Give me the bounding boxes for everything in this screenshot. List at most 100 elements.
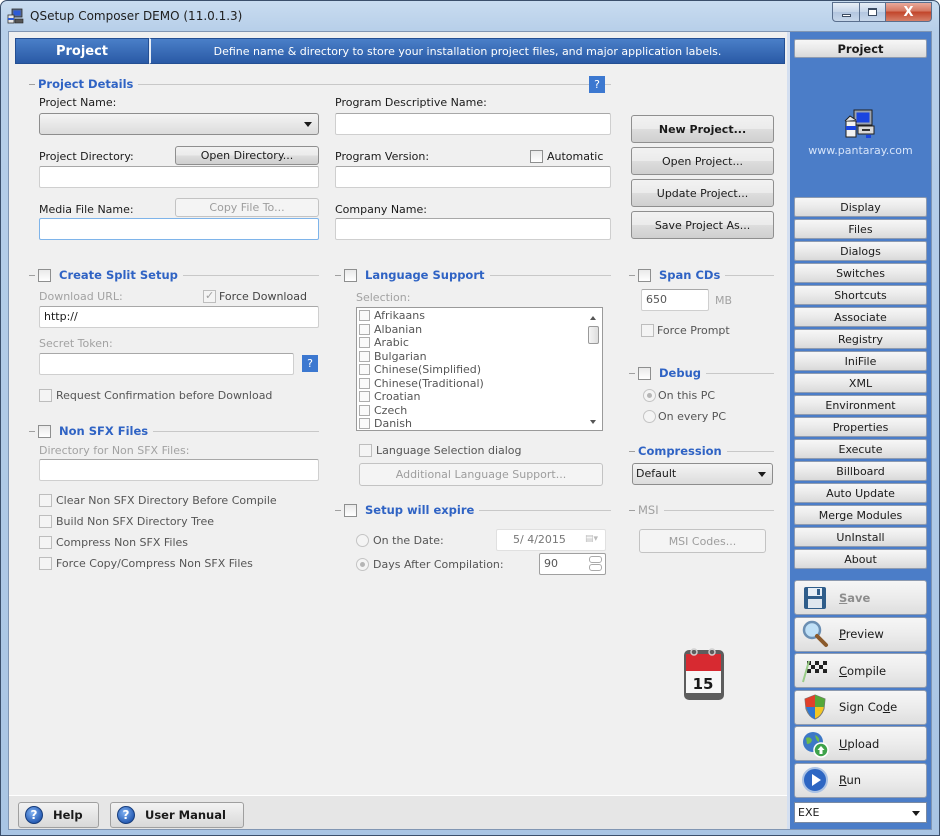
sidebar-item-merge-modules[interactable]: Merge Modules bbox=[794, 505, 927, 525]
sidebar-item-shortcuts[interactable]: Shortcuts bbox=[794, 285, 927, 305]
save-button[interactable]: Save bbox=[794, 580, 927, 615]
secret-token-help-button[interactable]: ? bbox=[302, 355, 318, 372]
sidebar-item-registry[interactable]: Registry bbox=[794, 329, 927, 349]
request-confirmation-checkbox[interactable] bbox=[39, 388, 52, 402]
compile-button[interactable]: Compile bbox=[794, 653, 927, 688]
split-setup-checkbox[interactable] bbox=[38, 268, 51, 282]
language-item[interactable]: Afrikaans bbox=[357, 309, 602, 323]
sign-code-button[interactable]: Sign Code bbox=[794, 689, 927, 725]
span-cds-group: Span CDs bbox=[629, 268, 774, 282]
language-item[interactable]: Chinese(Simplified) bbox=[357, 363, 602, 377]
debug-checkbox[interactable] bbox=[638, 366, 651, 380]
spin-down-button[interactable] bbox=[589, 564, 602, 571]
span-size-input[interactable]: 650 bbox=[641, 289, 709, 311]
preview-button[interactable]: Preview bbox=[794, 616, 927, 652]
project-name-combobox[interactable] bbox=[39, 113, 319, 135]
sidebar-item-files[interactable]: Files bbox=[794, 219, 927, 239]
on-date-radio[interactable] bbox=[356, 533, 369, 547]
language-item[interactable]: Czech bbox=[357, 404, 602, 418]
spin-up-button[interactable] bbox=[589, 556, 602, 563]
setup-expire-checkbox[interactable] bbox=[344, 503, 357, 517]
language-item[interactable]: Chinese(Traditional) bbox=[357, 377, 602, 391]
project-name-label: Project Name: bbox=[39, 96, 117, 109]
open-project-button[interactable]: Open Project... bbox=[631, 147, 774, 175]
sidebar-item-execute[interactable]: Execute bbox=[794, 439, 927, 459]
help-button[interactable]: ? Help bbox=[18, 802, 99, 828]
sidebar-item-dialogs[interactable]: Dialogs bbox=[794, 241, 927, 261]
play-icon bbox=[801, 766, 829, 794]
language-scrollbar[interactable] bbox=[586, 308, 602, 430]
language-support-checkbox[interactable] bbox=[344, 268, 357, 282]
action-label: Compile bbox=[839, 663, 887, 678]
open-directory-button[interactable]: Open Directory... bbox=[175, 146, 319, 165]
language-item[interactable]: Danish bbox=[357, 417, 602, 431]
force-download-checkbox[interactable] bbox=[203, 289, 216, 303]
user-manual-button[interactable]: ? User Manual bbox=[110, 802, 244, 828]
automatic-checkbox[interactable] bbox=[530, 149, 543, 163]
sidebar-item-auto-update[interactable]: Auto Update bbox=[794, 483, 927, 503]
calendar-dropdown-icon[interactable]: ▤▾ bbox=[585, 534, 599, 546]
non-sfx-option[interactable]: Force Copy/Compress Non SFX Files bbox=[39, 553, 277, 574]
output-type-select[interactable]: EXE bbox=[794, 802, 927, 823]
language-selection-dialog-label: Language Selection dialog bbox=[376, 444, 522, 457]
sidebar-item-project[interactable]: Project bbox=[794, 39, 927, 58]
save-project-as-button[interactable]: Save Project As... bbox=[631, 211, 774, 239]
language-item[interactable]: Croatian bbox=[357, 390, 602, 404]
run-button[interactable]: Run bbox=[794, 762, 927, 798]
secret-token-input[interactable] bbox=[39, 353, 294, 375]
calendar-icon: 15 bbox=[684, 648, 724, 700]
media-file-name-input[interactable] bbox=[39, 218, 319, 240]
sidebar-item-environment[interactable]: Environment bbox=[794, 395, 927, 415]
upload-button[interactable]: Upload bbox=[794, 726, 927, 761]
language-selection-dialog-checkbox[interactable] bbox=[359, 443, 372, 457]
days-after-spinner[interactable]: 90 bbox=[539, 553, 606, 575]
download-url-input[interactable]: http:// bbox=[39, 306, 319, 328]
sidebar-item-switches[interactable]: Switches bbox=[794, 263, 927, 283]
project-directory-input[interactable] bbox=[39, 166, 319, 188]
sidebar-item-inifile[interactable]: IniFile bbox=[794, 351, 927, 371]
app-icon bbox=[7, 8, 24, 24]
copy-file-to-button[interactable]: Copy File To... bbox=[175, 198, 319, 217]
new-project-button[interactable]: New Project... bbox=[631, 115, 774, 143]
non-sfx-option[interactable]: Clear Non SFX Directory Before Compile bbox=[39, 490, 277, 511]
help-icon: ? bbox=[117, 806, 135, 824]
non-sfx-option[interactable]: Build Non SFX Directory Tree bbox=[39, 511, 277, 532]
update-project-button[interactable]: Update Project... bbox=[631, 179, 774, 207]
span-cds-checkbox[interactable] bbox=[638, 268, 651, 282]
non-sfx-directory-input[interactable] bbox=[39, 459, 319, 481]
compression-select[interactable]: Default bbox=[632, 463, 773, 485]
language-item[interactable]: Arabic bbox=[357, 336, 602, 350]
force-prompt-checkbox[interactable] bbox=[641, 323, 654, 337]
close-button[interactable]: X bbox=[886, 2, 932, 22]
minimize-button[interactable] bbox=[832, 2, 860, 22]
language-item[interactable]: Bulgarian bbox=[357, 350, 602, 364]
sidebar-item-xml[interactable]: XML bbox=[794, 373, 927, 393]
scroll-down-icon[interactable] bbox=[590, 420, 596, 424]
maximize-button[interactable] bbox=[860, 2, 886, 22]
days-after-radio[interactable] bbox=[356, 557, 369, 571]
sidebar-item-associate[interactable]: Associate bbox=[794, 307, 927, 327]
non-sfx-option[interactable]: Compress Non SFX Files bbox=[39, 532, 277, 553]
program-version-input[interactable] bbox=[335, 166, 611, 188]
project-details-help-button[interactable]: ? bbox=[589, 76, 605, 93]
debug-on-every-pc-radio[interactable] bbox=[643, 409, 656, 423]
magnifier-icon bbox=[801, 620, 829, 648]
scroll-up-icon[interactable] bbox=[590, 316, 596, 320]
additional-language-support-button[interactable]: Additional Language Support... bbox=[359, 463, 603, 486]
expire-date-picker[interactable]: 5/ 4/2015 ▤▾ bbox=[496, 529, 606, 551]
sidebar-item-billboard[interactable]: Billboard bbox=[794, 461, 927, 481]
program-descriptive-name-input[interactable] bbox=[335, 113, 611, 135]
debug-on-this-pc-radio[interactable] bbox=[643, 388, 656, 402]
non-sfx-checkbox[interactable] bbox=[38, 424, 51, 438]
sidebar-item-properties[interactable]: Properties bbox=[794, 417, 927, 437]
sidebar-item-display[interactable]: Display bbox=[794, 197, 927, 217]
company-name-input[interactable] bbox=[335, 218, 611, 240]
media-file-name-label: Media File Name: bbox=[39, 203, 134, 216]
sidebar-item-uninstall[interactable]: UnInstall bbox=[794, 527, 927, 547]
msi-codes-button[interactable]: MSI Codes... bbox=[639, 529, 766, 553]
scroll-thumb[interactable] bbox=[588, 326, 599, 344]
sidebar-item-about[interactable]: About bbox=[794, 549, 927, 569]
days-after-label: Days After Compilation: bbox=[373, 558, 504, 571]
language-item[interactable]: Albanian bbox=[357, 323, 602, 337]
language-listbox[interactable]: Afrikaans Albanian Arabic Bulgarian Chin… bbox=[356, 307, 603, 431]
